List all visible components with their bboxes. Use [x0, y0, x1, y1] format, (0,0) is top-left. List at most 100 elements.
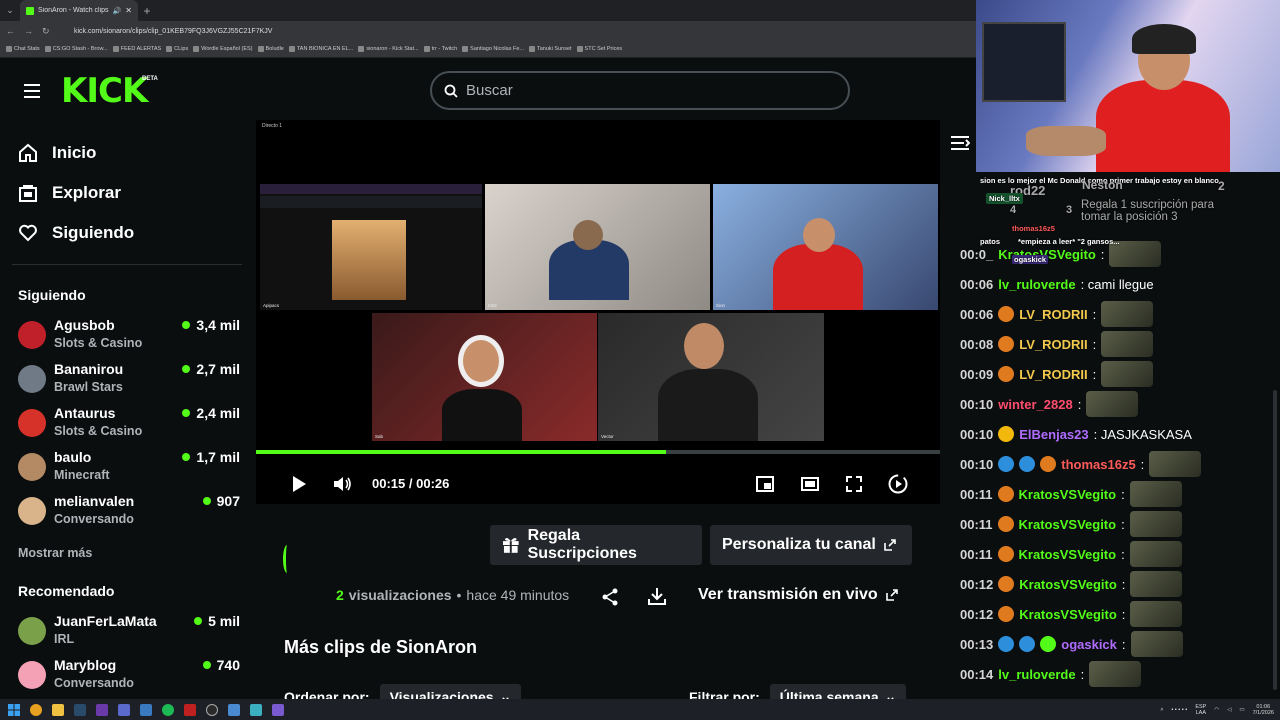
tab-audio-icon: 🔊	[112, 7, 122, 15]
channel-item[interactable]: JuanFerLaMata IRL 5 mil	[18, 613, 240, 653]
speed-button[interactable]	[887, 473, 909, 495]
bookmark-item[interactable]: sionaron - Kick Stat...	[358, 46, 419, 52]
chat-username[interactable]: ogaskick	[1061, 637, 1117, 652]
chat-username[interactable]: KratosVSVegito	[1019, 547, 1117, 562]
watch-live-button[interactable]: Ver transmisión en vivo	[686, 575, 910, 615]
app-icon[interactable]	[272, 703, 284, 716]
bookmark-item[interactable]: CS:GO Stash - Brow...	[44, 46, 108, 52]
browser-tab[interactable]: SionAron - Watch clips on Kick 🔊 ✕	[20, 0, 138, 21]
app-icon[interactable]	[184, 703, 196, 716]
bookmark-item[interactable]: Wordle Español (ES)	[193, 46, 253, 52]
bookmark-item[interactable]: TAN BIONICA EN EL...	[288, 46, 353, 52]
reload-icon[interactable]: ↻	[42, 26, 52, 37]
chat-username[interactable]: KratosVSVegito	[1019, 517, 1117, 532]
gift-subs-button[interactable]: Regala Suscripciones	[490, 525, 702, 565]
app-icon[interactable]	[228, 703, 240, 716]
app-icon[interactable]	[140, 703, 152, 716]
download-icon[interactable]	[647, 586, 667, 606]
volume-tray-icon[interactable]: ◁	[1227, 707, 1231, 713]
volume-button[interactable]	[332, 473, 354, 495]
windows-start-icon[interactable]	[8, 703, 20, 716]
share-icon[interactable]	[600, 587, 620, 607]
menu-icon[interactable]	[24, 84, 40, 98]
search-input[interactable]	[466, 82, 826, 99]
bookmark-item[interactable]: trr - Twitch	[423, 46, 457, 52]
tab-close-icon[interactable]: ✕	[125, 6, 132, 15]
clock-date: 7/1/2026	[1252, 709, 1274, 716]
recommended-heading: Recomendado	[18, 583, 115, 599]
app-icon[interactable]	[118, 703, 130, 716]
collapse-chat-icon[interactable]	[950, 135, 970, 151]
battery-icon[interactable]: ▭	[1239, 707, 1244, 713]
chrome-icon[interactable]	[30, 703, 42, 716]
clock[interactable]: 01:06 7/1/2026	[1253, 704, 1274, 716]
chat-scrollbar[interactable]	[1273, 390, 1277, 690]
chat-username[interactable]: lv_ruloverde	[998, 277, 1075, 292]
chat-username[interactable]: ElBenjas23	[1019, 427, 1088, 442]
nav-inicio[interactable]: Inicio	[18, 143, 96, 163]
chat-message: 00:10 ElBenjas23: JASJKASKASA	[960, 421, 1192, 447]
kick-logo[interactable]: KICK	[61, 74, 148, 108]
system-tray: ˄ ▪ ▪ ▪ ▪ ▪ ESP LAA ◠ ◁ ▭ 01:06 7/1/2026	[1160, 699, 1274, 720]
chat-username[interactable]: winter_2828	[998, 397, 1072, 412]
bookmark-item[interactable]: Santiago Nicolas Fe...	[462, 46, 524, 52]
clip-video[interactable]: Directo 1 Apipacs m22 Sion Sab Vector	[256, 120, 940, 454]
chat-timestamp: 00:06	[960, 306, 994, 322]
nav-siguiendo[interactable]: Siguiendo	[18, 223, 134, 243]
chat-username[interactable]: KratosVSVegito	[1019, 577, 1117, 592]
app-icon[interactable]	[250, 703, 262, 716]
wifi-icon[interactable]: ◠	[1214, 707, 1219, 713]
chat-badge-icon	[998, 636, 1015, 652]
bookmark-item[interactable]: Tanuki Sunset	[528, 46, 572, 52]
tile-name: Vector	[601, 434, 614, 439]
search-box[interactable]	[430, 71, 850, 110]
play-button[interactable]	[288, 473, 310, 495]
tray-icons[interactable]: ▪ ▪ ▪ ▪ ▪	[1171, 707, 1187, 713]
customize-channel-button[interactable]: Personaliza tu canal	[710, 525, 912, 565]
forward-icon[interactable]: →	[24, 26, 34, 36]
obs-icon[interactable]	[206, 703, 218, 716]
fullscreen-button[interactable]	[843, 473, 865, 495]
show-more-link[interactable]: Mostrar más	[18, 546, 92, 560]
miniplayer-button[interactable]	[754, 473, 776, 495]
tab-list-icon[interactable]: ⌄	[0, 5, 20, 16]
tray-up-icon[interactable]: ˄	[1160, 707, 1163, 713]
channel-item[interactable]: Bananirou Brawl Stars 2,7 mil	[18, 361, 240, 401]
bookmark-item[interactable]: STC Set Prices	[576, 46, 622, 52]
chat-message: 00:14 lv_ruloverde:	[960, 661, 1142, 687]
channel-item[interactable]: melianvalen Conversando 907	[18, 493, 240, 533]
live-dot-icon	[202, 497, 211, 505]
chat-username[interactable]: LV_RODRII	[1019, 367, 1087, 382]
theater-button[interactable]	[799, 473, 821, 495]
chat-username[interactable]: thomas16z5	[1061, 457, 1135, 472]
avatar	[18, 661, 46, 689]
chat-username[interactable]: LV_RODRII	[1019, 337, 1087, 352]
channel-item[interactable]: Agusbob Slots & Casino 3,4 mil	[18, 317, 240, 357]
spotify-icon[interactable]	[162, 703, 174, 716]
bookmark-item[interactable]: CLips	[166, 46, 188, 52]
back-icon[interactable]: ←	[6, 26, 16, 36]
language-indicator[interactable]: ESP LAA	[1195, 704, 1206, 716]
chat-message: 00:06 LV_RODRII:	[960, 301, 1154, 327]
file-explorer-icon[interactable]	[52, 703, 64, 716]
channel-item[interactable]: Antaurus Slots & Casino 2,4 mil	[18, 405, 240, 445]
channel-item[interactable]: Maryblog Conversando 740	[18, 657, 240, 697]
chat-username[interactable]: lv_ruloverde	[998, 667, 1075, 682]
chat-username[interactable]: KratosVSVegito	[1019, 607, 1117, 622]
nav-label: Explorar	[52, 183, 121, 202]
chat-message: 00:09 LV_RODRII:	[960, 361, 1154, 387]
channel-item[interactable]: baulo Minecraft 1,7 mil	[18, 449, 240, 489]
bookmark-item[interactable]: Boludle	[257, 46, 284, 52]
bookmark-item[interactable]: FEED ALERTAS	[112, 46, 161, 52]
bookmark-item[interactable]: Chat Stats	[6, 46, 40, 52]
chat-text: :	[1092, 336, 1097, 352]
new-tab-icon[interactable]: +	[138, 4, 156, 18]
chat-username[interactable]: LV_RODRII	[1019, 307, 1087, 322]
url-field[interactable]: kick.com/sionaron/clips/clip_01KEB79FQ3J…	[74, 28, 272, 35]
steam-icon[interactable]	[74, 703, 86, 716]
discord-icon[interactable]	[96, 703, 108, 716]
nav-explorar[interactable]: Explorar	[18, 183, 121, 203]
chat-username[interactable]: KratosVSVegito	[1019, 487, 1117, 502]
bookmark-favicon-icon	[528, 46, 535, 52]
chat-timestamp: 00:09	[960, 366, 994, 382]
